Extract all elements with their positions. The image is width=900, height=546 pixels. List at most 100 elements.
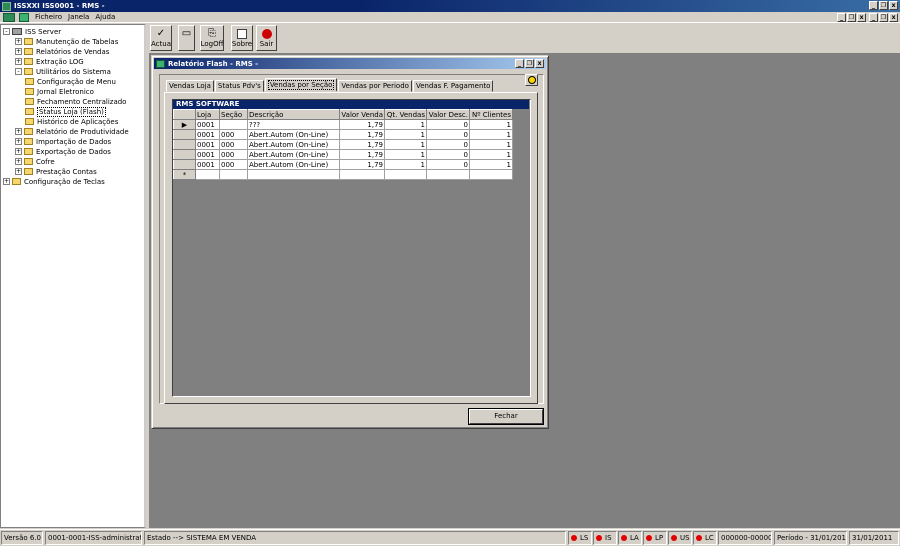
table-cell[interactable] [339,169,385,180]
table-row[interactable]: 0001 000 Abert.Autom (On-Line) 1,79 1 0 1 [173,139,513,150]
maximize-button[interactable]: ❐ [879,1,888,10]
collapse-icon[interactable]: - [3,28,10,35]
table-cell[interactable] [469,169,513,180]
table-row[interactable]: ▶ 0001??? 1,79 1 0 1 [173,119,513,130]
mdi-system-icon[interactable] [3,12,15,22]
tree-item[interactable]: + Importação de Dados [15,137,111,146]
sales-grid[interactable]: Loja Seção Descrição Valor Venda Qt. Ven… [173,109,513,180]
tree-item[interactable]: + Extração LOG [15,57,84,66]
dialog-close-button[interactable]: x [535,59,544,68]
table-cell[interactable]: 0001 [195,119,220,130]
mdi-minimize-button[interactable]: _ [837,13,846,22]
table-cell[interactable]: Abert.Autom (On-Line) [247,159,340,170]
table-cell[interactable]: 0001 [195,159,220,170]
dialog-maximize-button[interactable]: ❐ [525,59,534,68]
tree-item[interactable]: Jornal Eletronico [25,87,94,96]
blank-button[interactable]: ▭ [178,25,195,51]
expand-icon[interactable]: + [15,148,22,155]
table-cell[interactable]: 1,79 [339,159,385,170]
logoff-button[interactable]: ⎘ LogOff [200,25,224,51]
table-cell[interactable]: 0 [426,159,470,170]
row-indicator[interactable] [173,129,196,140]
table-cell[interactable] [219,119,248,130]
table-cell[interactable]: 0001 [195,149,220,160]
table-cell[interactable]: Abert.Autom (On-Line) [247,149,340,160]
tab-vendas-por-periodo[interactable]: Vendas por Periodo [338,80,412,92]
row-indicator[interactable]: ▶ [173,119,196,130]
mdi-close-button[interactable]: x [857,13,866,22]
table-cell[interactable]: 1 [469,159,513,170]
tree-item[interactable]: + Manutenção de Tabelas [15,37,118,46]
column-header[interactable]: Descrição [247,109,340,120]
new-row-indicator[interactable]: * [173,169,196,180]
tab-status-pdvs[interactable]: Status Pdv's [214,80,264,92]
row-indicator[interactable] [173,149,196,160]
column-header[interactable]: Valor Venda [339,109,385,120]
table-cell[interactable] [219,169,248,180]
tree-item[interactable]: - Utilitários do Sistema [15,67,111,76]
tab-vendas-loja[interactable]: Vendas Loja [166,80,214,92]
tree-item[interactable]: Status Loja (Flash) [25,106,106,117]
fechar-button[interactable]: Fechar [469,409,543,424]
table-row[interactable]: 0001 000 Abert.Autom (On-Line) 1,79 1 0 1 [173,159,513,170]
table-cell[interactable] [195,169,220,180]
navigation-tree[interactable]: - ISS Server + Manutenção de Tabelas + Rela… [0,24,146,528]
table-cell[interactable]: 0 [426,149,470,160]
expand-icon[interactable]: + [15,138,22,145]
actua-button[interactable]: ✓ Actua [150,25,172,51]
table-cell[interactable] [426,169,470,180]
table-cell[interactable]: 0001 [195,129,220,140]
table-cell[interactable]: 0 [426,139,470,150]
tree-item[interactable]: Fechamento Centralizado [25,97,126,106]
table-cell[interactable]: 000 [219,139,248,150]
tree-item[interactable]: + Exportação de Dados [15,147,111,156]
column-header[interactable]: Loja [195,109,220,120]
child-restore-button[interactable]: ❐ [879,13,888,22]
menu-janela[interactable]: Janela [68,13,89,21]
table-cell[interactable]: Abert.Autom (On-Line) [247,129,340,140]
dialog-minimize-button[interactable]: _ [515,59,524,68]
tree-item[interactable]: + Prestação Contas [15,167,97,176]
table-cell[interactable]: 1,79 [339,119,385,130]
table-row[interactable]: 0001 000 Abert.Autom (On-Line) 1,79 1 0 1 [173,149,513,160]
table-cell[interactable]: 1 [384,129,427,140]
tree-item[interactable]: + Configuração de Teclas [3,177,105,186]
row-indicator[interactable] [173,159,196,170]
table-cell[interactable] [247,169,340,180]
child-close-button[interactable]: x [889,13,898,22]
expand-icon[interactable]: + [15,58,22,65]
expand-icon[interactable]: + [3,178,10,185]
sobre-button[interactable]: Sobre [231,25,253,51]
tab-vendas-por-secao[interactable]: Vendas por Seção [264,78,338,91]
table-cell[interactable]: 0 [426,129,470,140]
mdi-child-icon[interactable] [19,12,29,22]
close-button[interactable]: x [889,1,898,10]
table-cell[interactable]: 1 [384,159,427,170]
tree-item[interactable]: + Relatório de Produtividade [15,127,129,136]
tab-vendas-f-pagamento[interactable]: Vendas F. Pagamento [412,80,494,92]
table-cell[interactable]: 1 [469,129,513,140]
table-cell[interactable]: 1,79 [339,129,385,140]
mdi-restore-button[interactable]: ❐ [847,13,856,22]
table-cell[interactable]: 1 [384,119,427,130]
table-cell[interactable]: Abert.Autom (On-Line) [247,139,340,150]
table-cell[interactable]: 1,79 [339,139,385,150]
column-header[interactable]: Valor Desc. [426,109,470,120]
sair-button[interactable]: Sair [256,25,277,51]
table-cell[interactable]: 1 [469,139,513,150]
minimize-button[interactable]: _ [869,1,878,10]
expand-icon[interactable]: + [15,38,22,45]
refresh-button[interactable] [525,74,538,86]
table-cell[interactable]: 1 [469,149,513,160]
expand-icon[interactable]: + [15,128,22,135]
expand-icon[interactable]: + [15,158,22,165]
table-cell[interactable]: 1,79 [339,149,385,160]
column-header[interactable]: Nº Clientes [469,109,513,120]
table-cell[interactable]: 000 [219,129,248,140]
table-cell[interactable]: 000 [219,159,248,170]
row-indicator[interactable] [173,139,196,150]
table-cell[interactable]: 1 [469,119,513,130]
child-minimize-button[interactable]: _ [869,13,878,22]
menu-ajuda[interactable]: Ajuda [95,13,115,21]
tree-item[interactable]: + Relatórios de Vendas [15,47,109,56]
